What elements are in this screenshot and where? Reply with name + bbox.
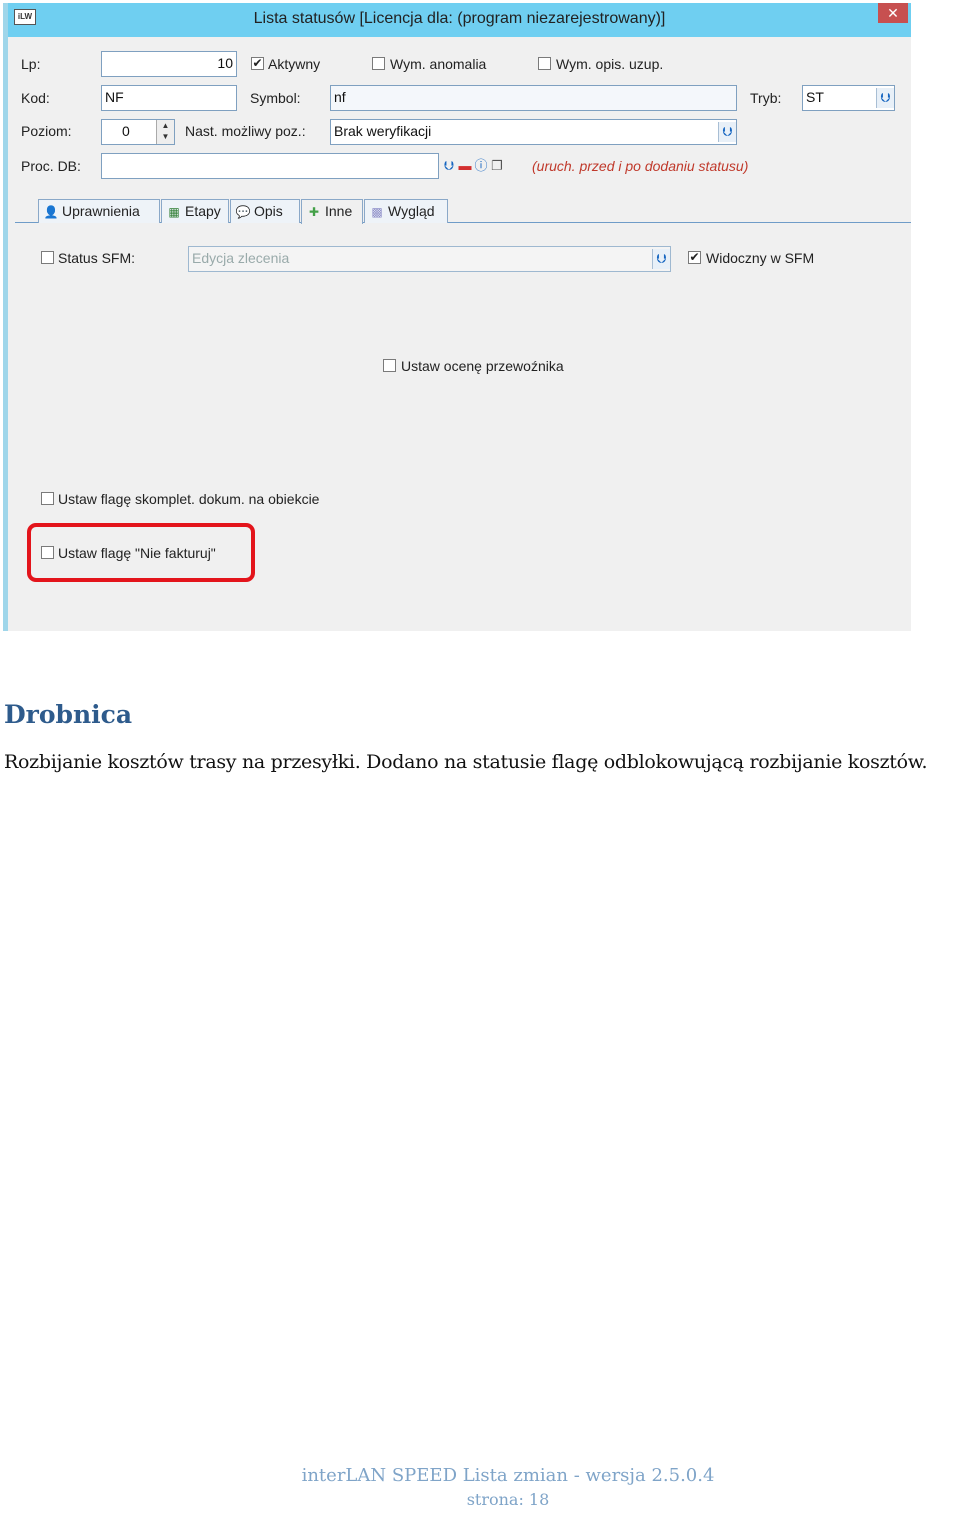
status-sfm-dropdown-icon[interactable]: ⮋ bbox=[652, 249, 670, 269]
tab-label: Wygląd bbox=[388, 203, 435, 219]
spin-up-icon[interactable]: ▲ bbox=[157, 120, 174, 131]
nast-dropdown-icon[interactable]: ⮋ bbox=[718, 122, 736, 142]
poziom-label: Poziom: bbox=[21, 123, 72, 139]
aktywny-label: Aktywny bbox=[268, 56, 321, 72]
puzzle-icon: ✚ bbox=[308, 205, 320, 219]
nast-value: Brak weryfikacji bbox=[334, 123, 432, 139]
proc-toolbar: ⮋ ▬ ⓘ ❐ bbox=[441, 155, 505, 177]
tab-label: Opis bbox=[254, 203, 283, 219]
tab-uprawnienia[interactable]: 👤 Uprawnienia bbox=[38, 199, 160, 223]
aktywny-checkbox[interactable]: ✔ bbox=[251, 57, 264, 70]
close-button[interactable]: ✕ bbox=[878, 3, 908, 23]
user-icon: 👤 bbox=[43, 205, 59, 219]
skomplet-checkbox[interactable] bbox=[41, 492, 54, 505]
proc-label: Proc. DB: bbox=[21, 158, 81, 174]
grid-icon: ▩ bbox=[371, 205, 383, 219]
tab-label: Uprawnienia bbox=[62, 203, 140, 219]
lp-field[interactable]: 10 bbox=[101, 51, 237, 77]
kod-field[interactable]: NF bbox=[101, 85, 237, 111]
ocena-label: Ustaw ocenę przewoźnika bbox=[401, 358, 564, 374]
footer-page: strona: 18 bbox=[466, 1490, 550, 1509]
proc-hint: (uruch. przed i po dodaniu statusu) bbox=[532, 158, 749, 174]
status-sfm-checkbox[interactable] bbox=[41, 251, 54, 264]
proc-db-field[interactable] bbox=[101, 153, 439, 179]
highlight-box bbox=[27, 523, 255, 582]
section-paragraph: Rozbijanie kosztów trasy na przesyłki. D… bbox=[4, 751, 928, 773]
footer-title: interLAN SPEED Lista zmian - wersja 2.5.… bbox=[301, 1465, 715, 1486]
wym-opis-label: Wym. opis. uzup. bbox=[556, 56, 664, 72]
tryb-dropdown-icon[interactable]: ⮋ bbox=[876, 88, 894, 108]
widoczny-label: Widoczny w SFM bbox=[706, 250, 815, 266]
status-sfm-label: Status SFM: bbox=[58, 250, 136, 266]
status-sfm-value: Edycja zlecenia bbox=[192, 250, 290, 266]
wym-anomalia-label: Wym. anomalia bbox=[390, 56, 487, 72]
ocena-checkbox[interactable] bbox=[383, 359, 396, 372]
tryb-label: Tryb: bbox=[750, 90, 782, 106]
tab-label: Inne bbox=[325, 203, 353, 219]
nast-select[interactable]: Brak weryfikacji bbox=[330, 119, 737, 145]
speech-bubble-icon: 💬 bbox=[235, 205, 251, 219]
tab-label: Etapy bbox=[185, 203, 221, 219]
tryb-value: ST bbox=[806, 89, 824, 105]
info-icon[interactable]: ⓘ bbox=[473, 155, 489, 177]
tab-opis[interactable]: 💬 Opis bbox=[230, 199, 300, 223]
wym-anomalia-checkbox[interactable] bbox=[372, 57, 385, 70]
remove-icon[interactable]: ▬ bbox=[457, 155, 473, 177]
widoczny-checkbox[interactable]: ✔ bbox=[688, 251, 701, 264]
tab-inne[interactable]: ✚ Inne bbox=[301, 199, 363, 224]
skomplet-label: Ustaw flagę skomplet. dokum. na obiekcie bbox=[58, 491, 320, 507]
title-bar: iLW Lista statusów [Licencja dla: (progr… bbox=[8, 3, 911, 37]
symbol-label: Symbol: bbox=[250, 90, 301, 106]
spin-down-icon[interactable]: ▼ bbox=[157, 131, 174, 142]
symbol-field[interactable]: nf bbox=[330, 85, 737, 111]
poziom-value: 0 bbox=[122, 123, 130, 139]
wym-opis-checkbox[interactable] bbox=[538, 57, 551, 70]
tab-wyglad[interactable]: ▩ Wygląd bbox=[364, 199, 448, 223]
window-title: Lista statusów [Licencja dla: (program n… bbox=[253, 10, 666, 27]
nast-label: Nast. możliwy poz.: bbox=[185, 123, 306, 139]
hierarchy-icon: ▦ bbox=[168, 205, 180, 219]
tab-etapy[interactable]: ▦ Etapy bbox=[161, 199, 229, 223]
lp-label: Lp: bbox=[21, 56, 41, 72]
poziom-spin-buttons[interactable]: ▲ ▼ bbox=[156, 120, 174, 144]
kod-label: Kod: bbox=[21, 90, 50, 106]
section-heading: Drobnica bbox=[4, 700, 133, 729]
status-sfm-select[interactable]: Edycja zlecenia bbox=[188, 246, 671, 272]
select-icon[interactable]: ⮋ bbox=[441, 155, 457, 177]
copy-icon[interactable]: ❐ bbox=[489, 155, 505, 177]
